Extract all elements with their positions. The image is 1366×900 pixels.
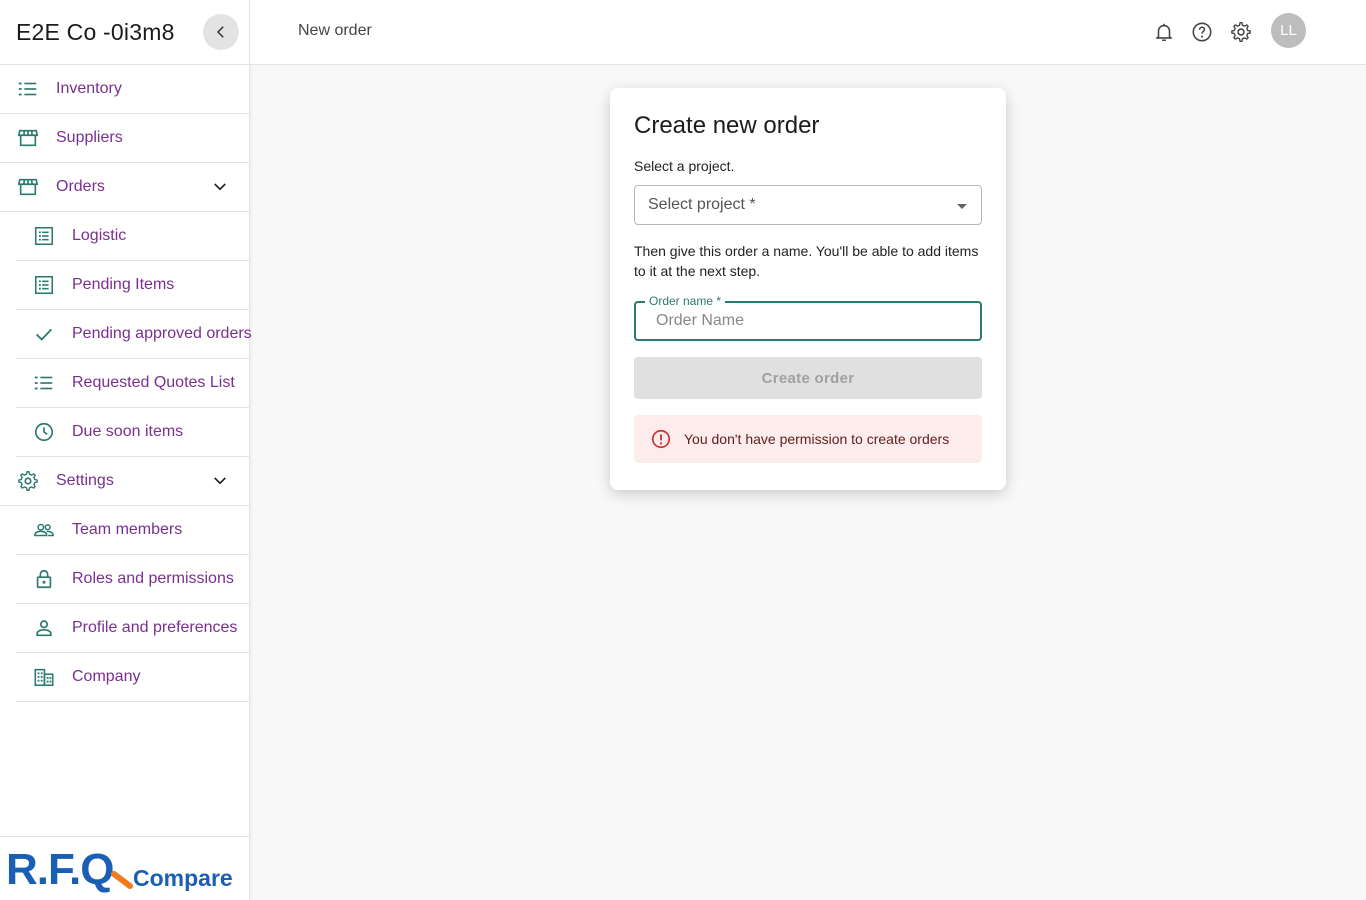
project-select-placeholder: Select project *: [648, 196, 756, 213]
sidebar-item-profile-and-preferences[interactable]: Profile and preferences: [16, 604, 249, 653]
sidebar-item-label: Due soon items: [72, 423, 184, 440]
create-order-card: Create new order Select a project. Selec…: [610, 88, 1006, 490]
sidebar: E2E Co -0i3m8 Inventory Suppliers Orders: [0, 0, 252, 900]
sidebar-item-label: Requested Quotes List: [72, 374, 235, 391]
collapse-sidebar-button[interactable]: [203, 14, 239, 50]
order-name-field: Order name *: [634, 294, 982, 341]
sidebar-item-label: Roles and permissions: [72, 570, 234, 587]
sidebar-item-label: Settings: [56, 472, 114, 489]
storefront-icon: [16, 126, 40, 150]
lock-icon: [32, 567, 56, 591]
logo-secondary-text: Compare: [133, 865, 233, 891]
list-numbered-icon: [16, 77, 40, 101]
sidebar-brand: E2E Co -0i3m8: [0, 0, 249, 65]
error-outline-icon: [651, 429, 671, 449]
list-alt-icon: [32, 224, 56, 248]
card-title: Create new order: [634, 112, 820, 139]
name-instruction: Then give this order a name. You'll be a…: [634, 243, 979, 279]
sidebar-item-label: Inventory: [56, 80, 122, 97]
person-icon: [32, 616, 56, 640]
gear-icon: [16, 469, 40, 493]
sidebar-item-label: Orders: [56, 178, 105, 195]
order-name-label: Order name *: [645, 294, 726, 308]
sidebar-item-pending-items[interactable]: Pending Items: [16, 261, 249, 310]
sidebar-item-settings[interactable]: Settings: [0, 457, 249, 506]
sidebar-item-suppliers[interactable]: Suppliers: [0, 114, 249, 163]
sidebar-item-label: Company: [72, 668, 141, 685]
sidebar-item-label: Pending Items: [72, 276, 175, 293]
group-icon: [32, 518, 56, 542]
dropdown-caret-icon: [957, 204, 967, 209]
storefront-icon: [16, 175, 40, 199]
clock-icon: [32, 420, 56, 444]
rfq-compare-logo: R.F.Q Compare: [6, 845, 233, 894]
help-icon[interactable]: [1190, 20, 1214, 44]
sidebar-item-company[interactable]: Company: [16, 653, 249, 702]
logo-primary-text: R.F.Q: [6, 845, 113, 894]
building-icon: [32, 665, 56, 689]
sidebar-item-orders[interactable]: Orders: [0, 163, 249, 212]
page-title: New order: [298, 22, 372, 39]
sidebar-item-label: Suppliers: [56, 129, 123, 146]
chevron-down-icon[interactable]: [211, 178, 229, 196]
sidebar-item-due-soon-items[interactable]: Due soon items: [16, 408, 249, 457]
list-numbered-icon: [32, 371, 56, 395]
check-icon: [32, 322, 56, 346]
chevron-left-icon: [216, 26, 224, 38]
project-instruction: Select a project.: [634, 158, 735, 174]
order-name-input[interactable]: [636, 303, 980, 339]
sidebar-item-pending-approved-orders[interactable]: Pending approved orders: [16, 310, 252, 359]
chevron-down-icon[interactable]: [211, 472, 229, 490]
sidebar-item-label: Pending approved orders: [72, 325, 252, 342]
sidebar-item-roles-and-permissions[interactable]: Roles and permissions: [16, 555, 249, 604]
project-select[interactable]: Select project *: [634, 185, 982, 225]
sidebar-item-inventory[interactable]: Inventory: [0, 65, 249, 114]
list-alt-icon: [32, 273, 56, 297]
sidebar-item-label: Team members: [72, 521, 183, 538]
create-order-button[interactable]: Create order: [634, 357, 982, 399]
topbar: New order LL: [250, 0, 1366, 65]
sidebar-item-requested-quotes-list[interactable]: Requested Quotes List: [16, 359, 249, 408]
settings-gear-icon[interactable]: [1229, 20, 1253, 44]
user-avatar[interactable]: LL: [1271, 13, 1306, 48]
sidebar-item-logistic[interactable]: Logistic: [16, 212, 249, 261]
sidebar-footer: R.F.Q Compare: [0, 836, 250, 900]
sidebar-nav: Inventory Suppliers Orders Logistic Pend…: [0, 65, 252, 702]
company-name: E2E Co -0i3m8: [16, 18, 175, 45]
permission-error-alert: You don't have permission to create orde…: [634, 415, 982, 463]
sidebar-item-team-members[interactable]: Team members: [16, 506, 249, 555]
notifications-bell-icon[interactable]: [1152, 20, 1176, 44]
alert-message: You don't have permission to create orde…: [684, 431, 950, 447]
sidebar-item-label: Profile and preferences: [72, 619, 238, 636]
sidebar-item-label: Logistic: [72, 227, 127, 244]
